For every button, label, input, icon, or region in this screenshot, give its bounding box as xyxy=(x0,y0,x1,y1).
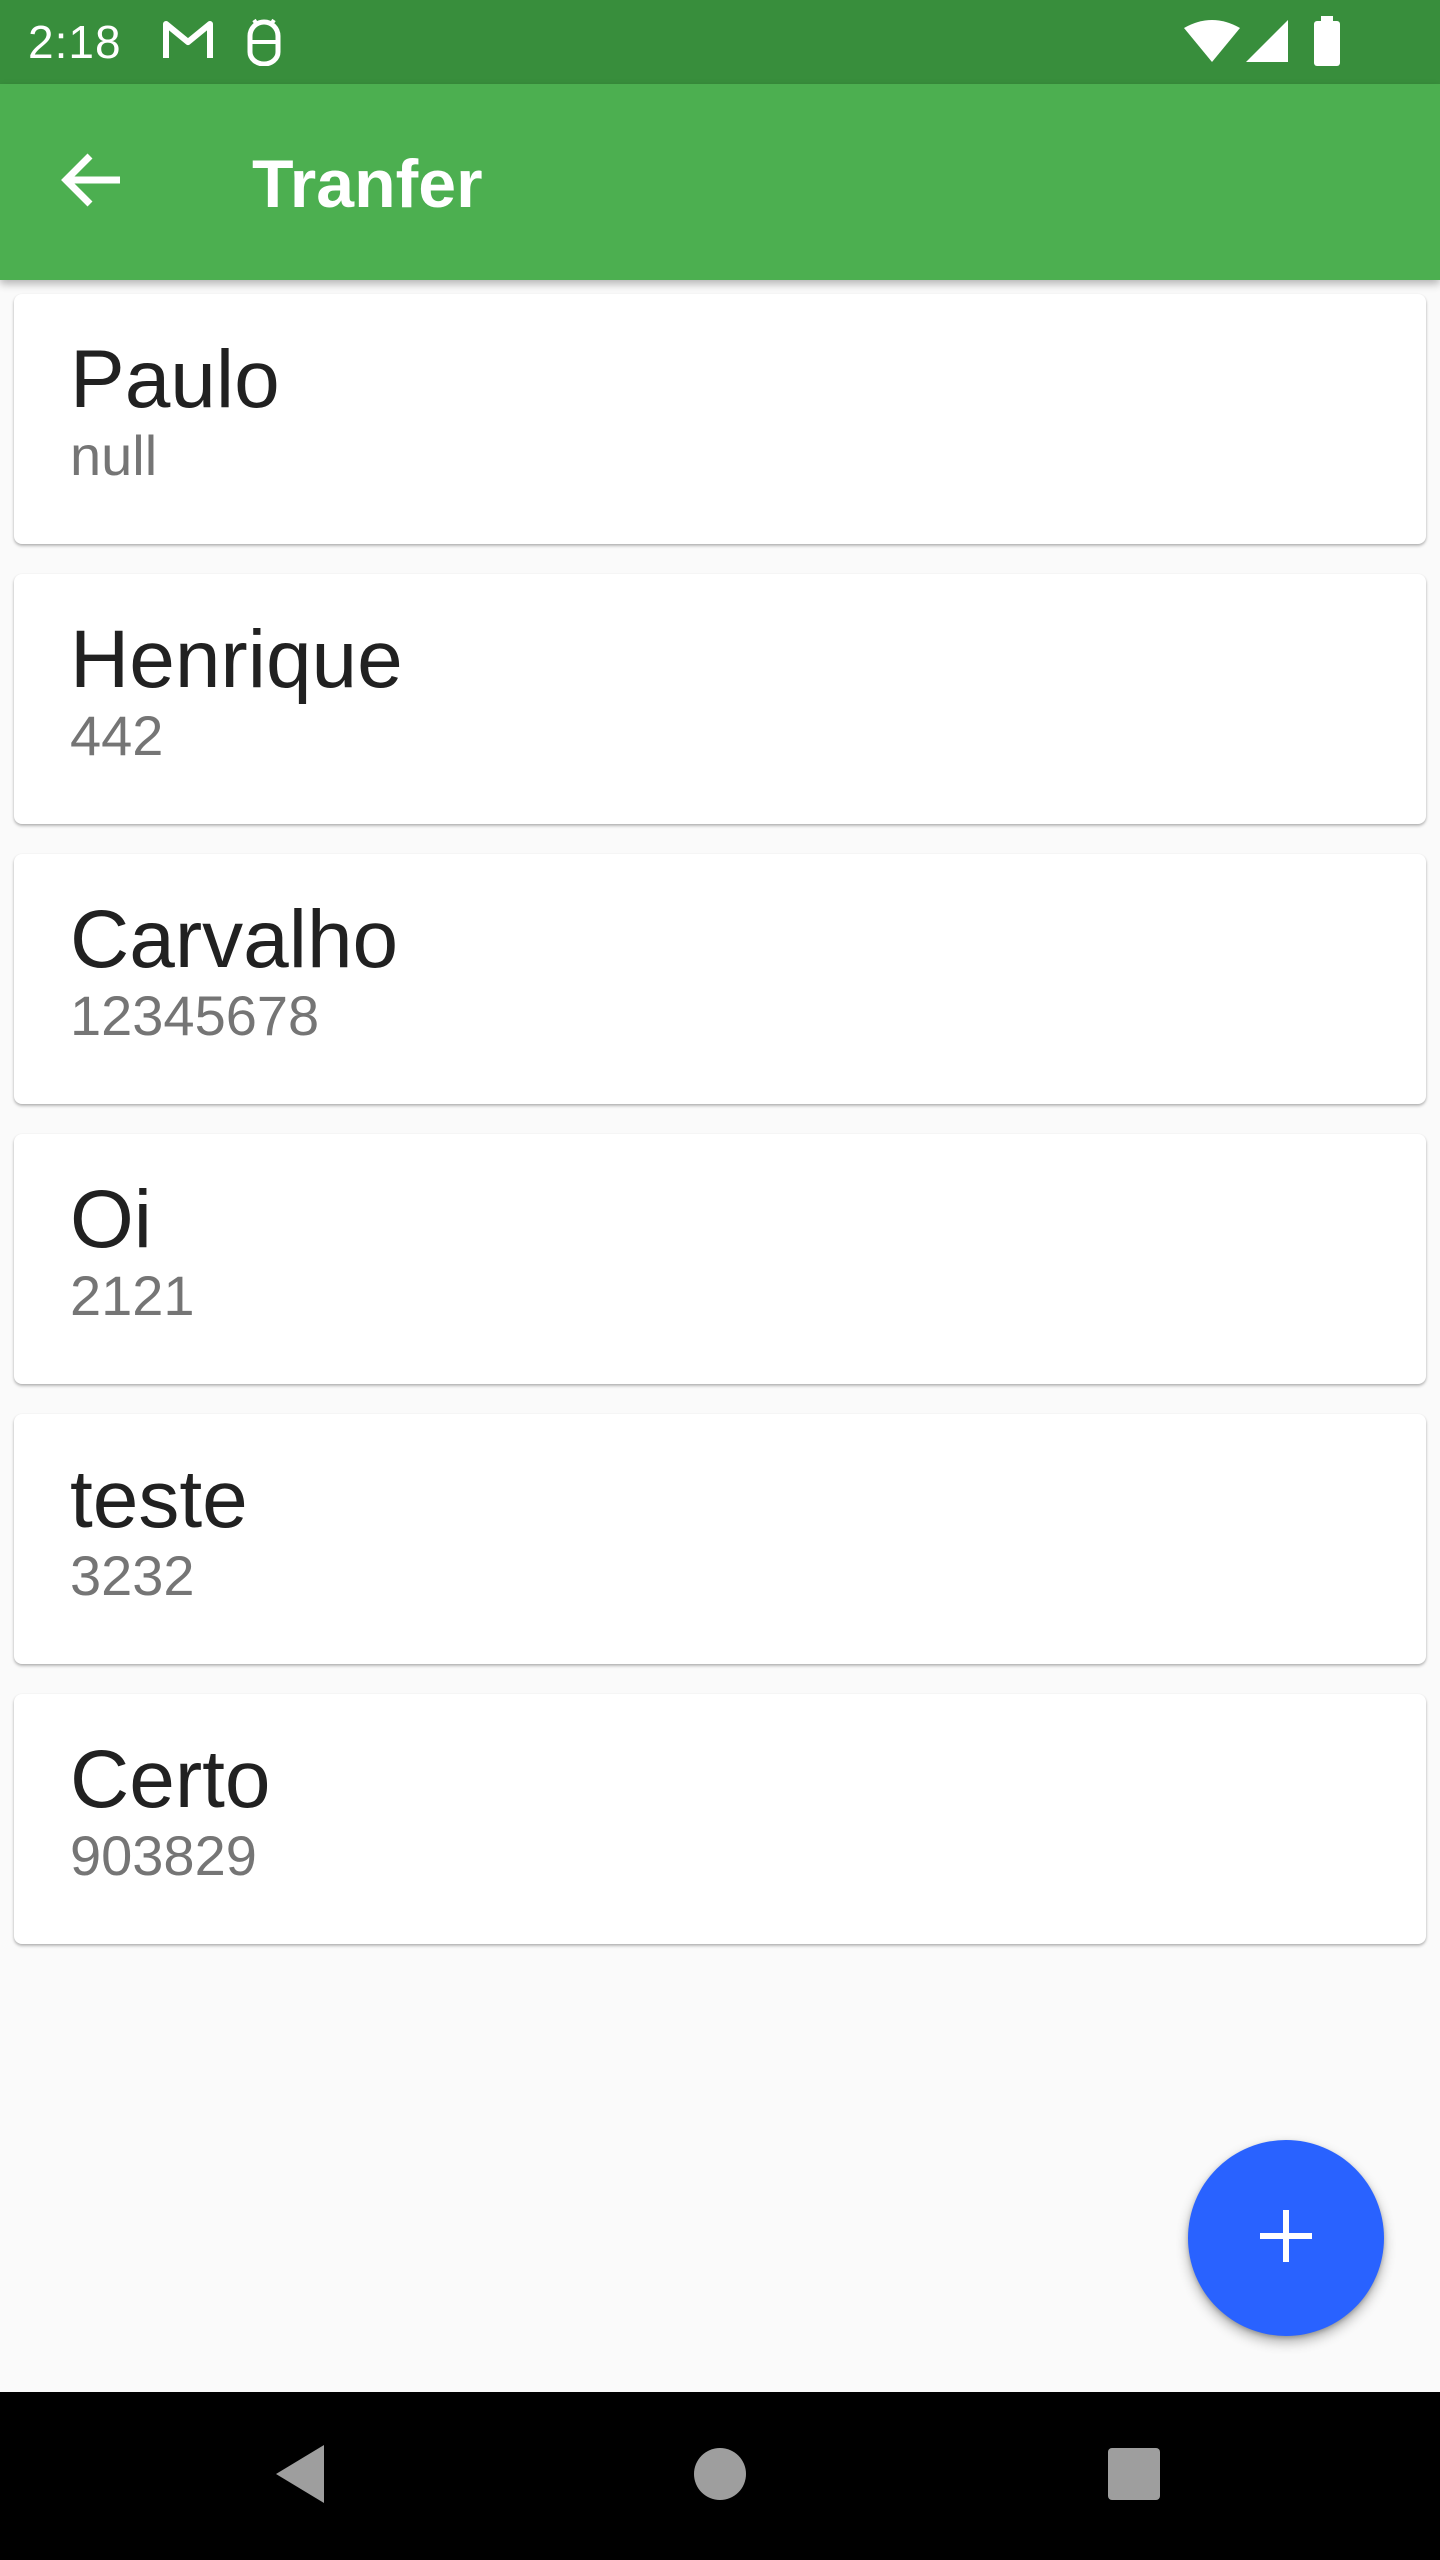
add-button[interactable] xyxy=(1188,2140,1384,2336)
contact-number: 12345678 xyxy=(70,984,320,1047)
contact-name: Certo xyxy=(70,1734,271,1825)
contact-name: teste xyxy=(70,1454,248,1545)
nav-recents-button[interactable] xyxy=(1084,2426,1184,2526)
list-item[interactable]: Paulo null xyxy=(14,294,1426,544)
contact-name: Carvalho xyxy=(70,894,399,985)
app-bar: Tranfer xyxy=(0,84,1440,280)
plus-icon xyxy=(1256,2206,1316,2271)
home-circle-icon xyxy=(692,2446,748,2507)
page-title: Tranfer xyxy=(252,146,483,222)
wifi-icon xyxy=(1184,20,1240,67)
contact-number: 3232 xyxy=(70,1544,195,1607)
battery-icon xyxy=(1312,16,1342,71)
arrow-back-icon xyxy=(60,148,124,217)
nav-home-button[interactable] xyxy=(670,2426,770,2526)
list-item[interactable]: Oi 2121 xyxy=(14,1134,1426,1384)
contact-number: 903829 xyxy=(70,1824,257,1887)
contact-number: 442 xyxy=(70,704,164,767)
gmail-icon xyxy=(162,18,214,67)
list-item[interactable]: teste 3232 xyxy=(14,1414,1426,1664)
list-item[interactable]: Carvalho 12345678 xyxy=(14,854,1426,1104)
status-bar: 2:18 xyxy=(0,0,1440,84)
nav-back-button[interactable] xyxy=(250,2426,350,2526)
contact-name: Oi xyxy=(70,1174,152,1265)
status-time: 2:18 xyxy=(28,16,122,68)
contact-number: null xyxy=(70,424,158,487)
list-item[interactable]: Certo 903829 xyxy=(14,1694,1426,1944)
contact-list: Paulo null Henrique 442 Carvalho 1234567… xyxy=(14,294,1426,1974)
system-nav-bar xyxy=(0,2392,1440,2560)
recents-square-icon xyxy=(1106,2446,1162,2507)
list-item[interactable]: Henrique 442 xyxy=(14,574,1426,824)
contact-name: Paulo xyxy=(70,334,280,425)
contact-name: Henrique xyxy=(70,614,403,705)
android-debug-icon xyxy=(244,18,284,71)
contact-number: 2121 xyxy=(70,1264,195,1327)
back-triangle-icon xyxy=(272,2443,328,2510)
back-button[interactable] xyxy=(40,130,144,234)
cellular-signal-icon xyxy=(1246,20,1288,67)
